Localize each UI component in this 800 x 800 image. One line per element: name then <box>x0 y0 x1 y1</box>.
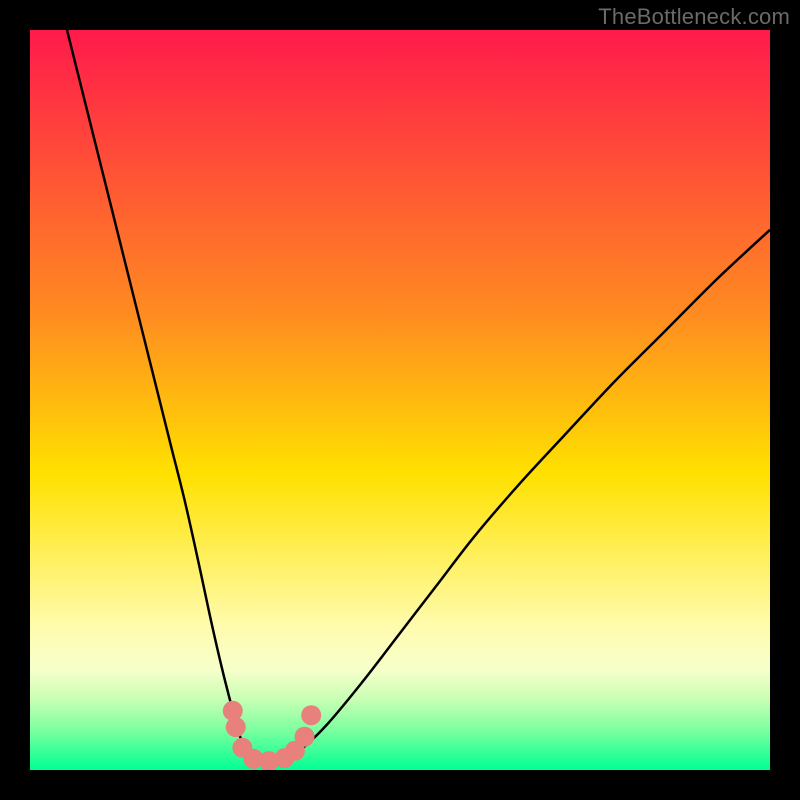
highlight-dot <box>295 727 315 747</box>
chart-plot <box>30 30 770 770</box>
highlight-dot <box>226 717 246 737</box>
watermark-text: TheBottleneck.com <box>598 4 790 30</box>
highlight-dot <box>301 705 321 725</box>
chart-background <box>30 30 770 770</box>
chart-frame: TheBottleneck.com <box>0 0 800 800</box>
